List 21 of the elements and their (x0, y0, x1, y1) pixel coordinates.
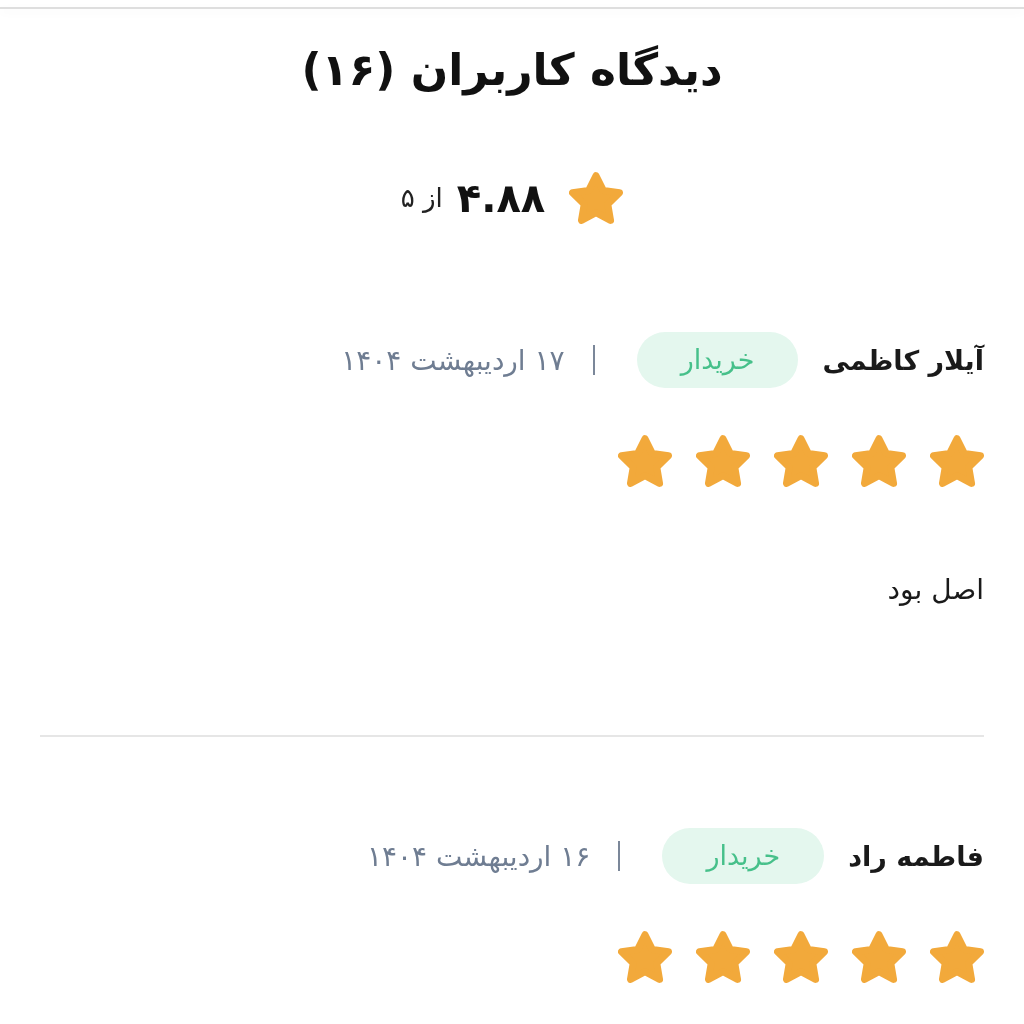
star-icon (930, 931, 984, 983)
section-title: دیدگاه کاربران (۱۶) (301, 43, 723, 98)
buyer-badge: خریدار (662, 828, 825, 884)
star-icon (696, 931, 750, 983)
reviewer-name: آیلار کاظمی (822, 344, 984, 376)
buyer-badge: خریدار (636, 332, 799, 388)
star-icon (696, 435, 750, 487)
star-icon (774, 435, 828, 487)
score-scale: از ۵ (400, 182, 443, 215)
review-date: ۱۷ اردیبهشت ۱۴۰۴ (341, 343, 565, 377)
star-icon (569, 172, 624, 224)
star-icon (618, 931, 672, 983)
review-date: ۱۶ اردیبهشت ۱۴۰۴ (366, 839, 591, 873)
average-score: ۴.۸۸ (456, 174, 546, 223)
reviewer-name: فاطمه راد (848, 840, 984, 872)
star-icon (774, 931, 828, 983)
review-comment: اصل بود (887, 572, 984, 608)
star-icon (852, 435, 906, 487)
star-icon (930, 435, 984, 487)
star-icon (618, 435, 672, 487)
star-icon (852, 931, 906, 983)
